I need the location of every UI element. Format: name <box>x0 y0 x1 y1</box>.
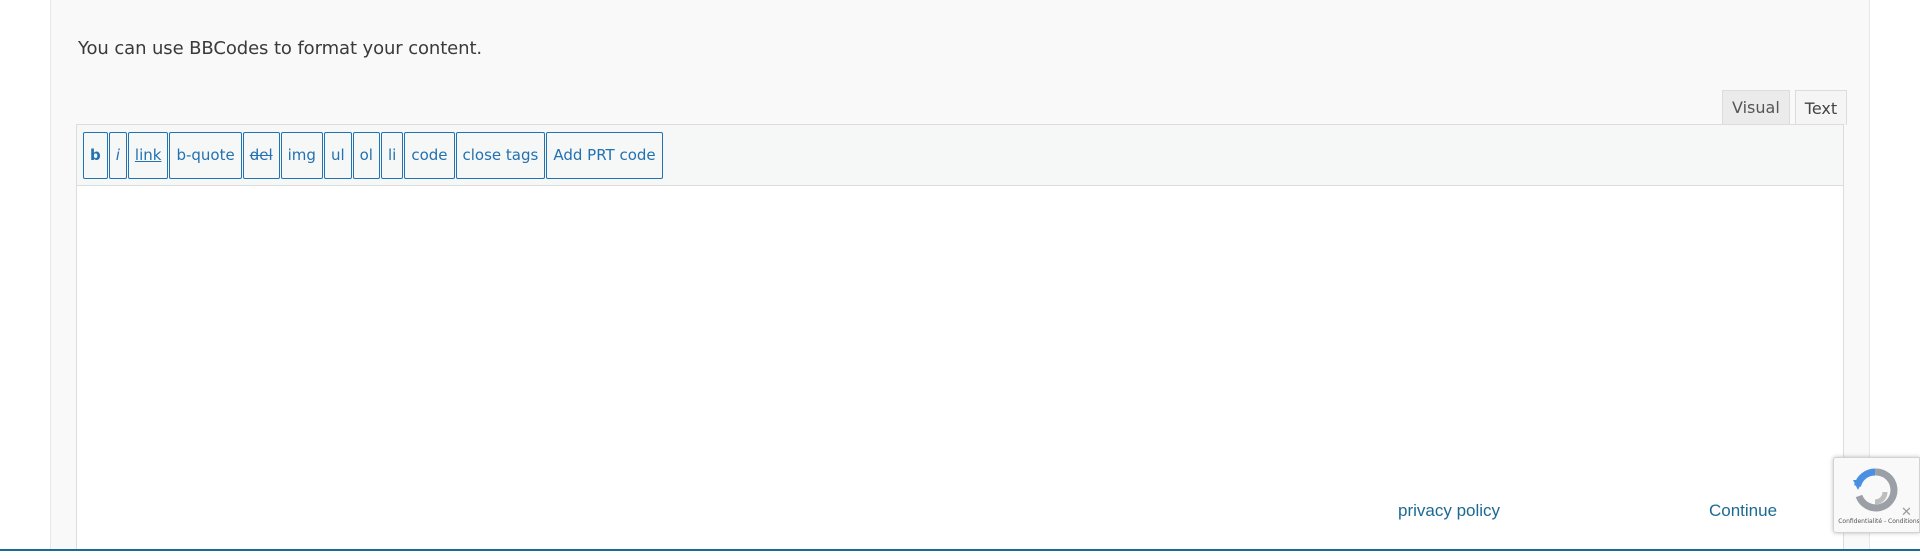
list-item-button[interactable]: li <box>380 131 404 179</box>
ordered-list-button[interactable]: ol <box>352 131 380 179</box>
continue-button[interactable]: Continue <box>1709 501 1777 521</box>
tab-text[interactable]: Text <box>1794 90 1848 125</box>
italic-button[interactable]: i <box>108 131 127 179</box>
privacy-policy-link[interactable]: privacy policy <box>1398 501 1500 521</box>
text-editor: b i link b-quote del img ul ol li code c… <box>76 124 1844 552</box>
blockquote-button[interactable]: b-quote <box>169 131 242 179</box>
recaptcha-icon <box>1851 466 1899 514</box>
quicktags-toolbar: b i link b-quote del img ul ol li code c… <box>77 125 1843 186</box>
tab-visual[interactable]: Visual <box>1722 90 1790 124</box>
recaptcha-badge[interactable]: ✕ Confidentialité - Conditions <box>1833 457 1920 533</box>
link-button[interactable]: link <box>127 131 169 179</box>
code-button[interactable]: code <box>404 131 455 179</box>
delete-button[interactable]: del <box>242 131 280 179</box>
content-textarea[interactable] <box>77 186 1843 552</box>
close-tags-button[interactable]: close tags <box>455 131 546 179</box>
bold-button[interactable]: b <box>83 131 108 179</box>
bbcode-hint: You can use BBCodes to format your conte… <box>78 38 483 59</box>
image-button[interactable]: img <box>280 131 323 179</box>
editor-mode-tabs: Visual Text <box>1722 90 1848 125</box>
add-prt-code-button[interactable]: Add PRT code <box>546 131 663 179</box>
unordered-list-button[interactable]: ul <box>323 131 352 179</box>
recaptcha-terms[interactable]: Confidentialité - Conditions <box>1838 518 1919 525</box>
